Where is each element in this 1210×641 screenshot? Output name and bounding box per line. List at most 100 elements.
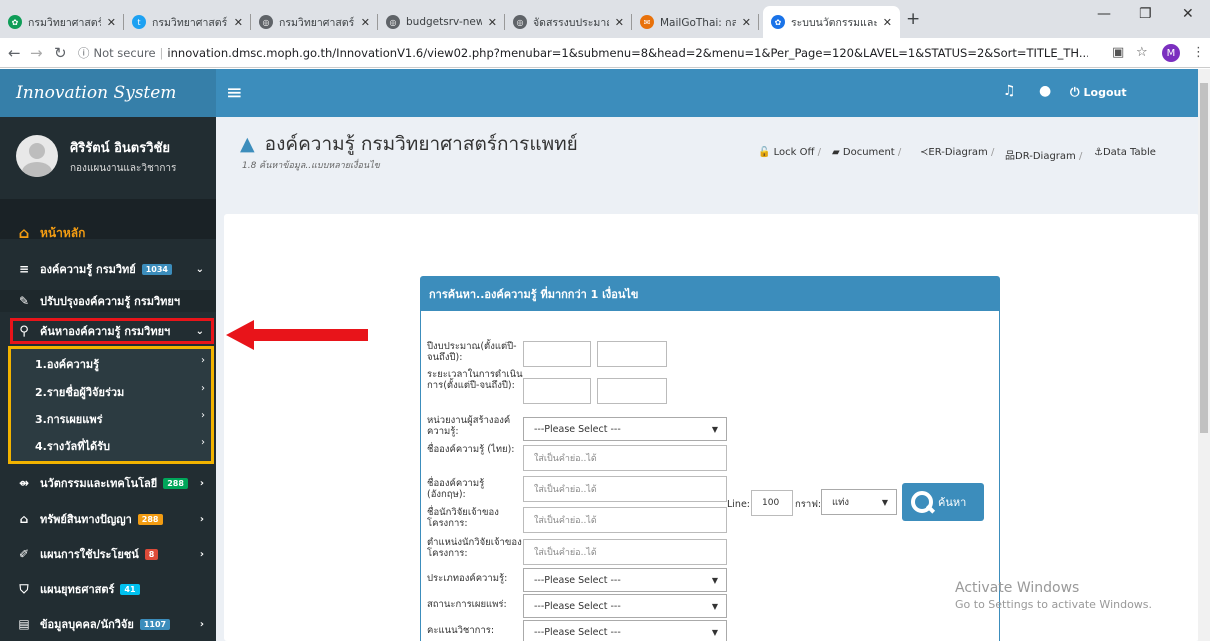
submenu-label: 3.การเผยแพร่: [35, 413, 103, 426]
submenu-item[interactable]: 4.รางวัลที่ได้รับ: [35, 437, 110, 455]
breadcrumb-label: Lock Off: [773, 147, 815, 158]
duration-from-input[interactable]: [523, 378, 591, 404]
tab-title: จัดสรรงบประมาณแผ: [533, 16, 609, 29]
logout-button[interactable]: ⏻ Logout: [1070, 85, 1127, 100]
sidebar-item-strategy[interactable]: ⛉ แผนยุทธศาสตร์ 41: [0, 578, 216, 600]
browser-tab[interactable]: ◎ กรมวิทยาศาสตร์การแ ✕: [251, 6, 378, 38]
fiscal-year-to-input[interactable]: [597, 341, 667, 367]
sidebar-item-utilization[interactable]: ✐ แผนการใช้ประโยชน์ 8 ›: [0, 543, 216, 565]
sitemap-icon: 品: [1005, 151, 1015, 162]
sidebar-item-personnel[interactable]: ▤ ข้อมูลบุคคล/นักวิจัย 1107 ›: [0, 613, 216, 635]
browser-tab[interactable]: t กรมวิทยาศาสตร์การแ ✕: [124, 6, 251, 38]
graduation-cap-icon: ⌂: [19, 512, 29, 526]
submenu-label: 4.รางวัลที่ได้รับ: [35, 440, 111, 453]
fiscal-year-from-input[interactable]: [523, 341, 591, 367]
breadcrumb-label: ER-Diagram: [928, 147, 988, 158]
page-scrollbar[interactable]: [1198, 69, 1210, 641]
usb-icon: ⇴: [18, 476, 30, 490]
anchor-icon: ⚓: [1094, 147, 1103, 158]
chevron-down-icon: ⌄: [195, 263, 204, 275]
globe-icon: ◎: [259, 15, 273, 29]
restore-icon[interactable]: ❐: [1139, 6, 1152, 22]
sidebar-item-improve[interactable]: ✎ ปรับปรุงองค์ความรู้ กรมวิทยฯ: [0, 290, 216, 312]
user-icon[interactable]: ●: [1039, 83, 1051, 99]
new-tab-button[interactable]: +: [906, 9, 920, 29]
hamburger-menu-icon[interactable]: ≡: [226, 80, 243, 104]
search-form-header: การค้นหา..องค์ความรู้ ที่มากกว่า 1 เงื่อ…: [421, 277, 999, 311]
submenu-item[interactable]: 3.การเผยแพร่: [35, 410, 102, 428]
pencil-icon: ✎: [18, 294, 30, 308]
translate-icon[interactable]: ▣: [1112, 45, 1124, 60]
scrollbar-thumb[interactable]: [1200, 83, 1208, 433]
close-tab-icon[interactable]: ✕: [615, 16, 624, 29]
graph-type-select[interactable]: แท่ง ▼: [821, 489, 897, 515]
submenu-item[interactable]: 2.รายชื่อผู้วิจัยร่วม: [35, 383, 124, 401]
search-button[interactable]: ค้นหา: [902, 483, 984, 521]
sidebar-item-home[interactable]: ⌂ หน้าหลัก: [0, 222, 216, 244]
annotation-arrow: [226, 320, 368, 350]
type-label: ประเภทองค์ความรู้:: [427, 573, 508, 584]
sidebar-item-label: แผนการใช้ประโยชน์: [40, 548, 139, 561]
browser-tab[interactable]: ◎ budgetsrv-new.dn ✕: [378, 6, 505, 38]
minimize-icon[interactable]: —: [1097, 6, 1111, 22]
sidebar-item-ip[interactable]: ⌂ ทรัพย์สินทางปัญญา 288 ›: [0, 508, 216, 530]
position-input[interactable]: ใส่เป็นคำย่อ..ได้: [523, 539, 727, 565]
duration-to-input[interactable]: [597, 378, 667, 404]
back-icon[interactable]: ←: [8, 44, 21, 62]
page-title-text: องค์ความรู้ กรมวิทยาศาสตร์การแพทย์: [264, 133, 578, 155]
line-input[interactable]: 100: [751, 490, 793, 516]
close-tab-icon[interactable]: ✕: [234, 16, 243, 29]
close-tab-icon[interactable]: ✕: [107, 16, 116, 29]
line-label: Line:: [727, 499, 750, 510]
publish-status-label: สถานะการเผยแพร่:: [427, 599, 507, 610]
mail-icon: ✉: [640, 15, 654, 29]
sidebar-item-innovation[interactable]: ⇴ นวัตกรรมและเทคโนโลยี 288 ›: [0, 472, 216, 494]
breadcrumb-er-diagram[interactable]: ≺ER-Diagram /: [920, 147, 994, 158]
breadcrumb-document[interactable]: ▰ Document /: [832, 147, 901, 158]
duration-label: ระยะเวลาในการดำเนินการ(ตั้งแต่ปี-จนถึงปี…: [427, 369, 523, 391]
profile-avatar[interactable]: M: [1162, 44, 1180, 62]
academic-score-select[interactable]: ---Please Select --- ▼: [523, 620, 727, 641]
browser-tab-active[interactable]: ✿ ระบบนวัตกรรมและผล ✕: [763, 6, 900, 38]
name-en-input[interactable]: ใส่เป็นคำย่อ..ได้: [523, 476, 727, 502]
type-select[interactable]: ---Please Select --- ▼: [523, 568, 727, 592]
content-panel: การค้นหา..องค์ความรู้ ที่มากกว่า 1 เงื่อ…: [224, 214, 1199, 641]
caret-down-icon: ▼: [711, 627, 718, 637]
publish-status-select[interactable]: ---Please Select --- ▼: [523, 594, 727, 618]
close-tab-icon[interactable]: ✕: [883, 16, 892, 29]
graph-label: กราฟ:: [795, 499, 822, 510]
unit-select[interactable]: ---Please Select --- ▼: [523, 417, 727, 441]
forward-icon[interactable]: →: [30, 44, 43, 62]
breadcrumb-dr-diagram[interactable]: 品DR-Diagram /: [1005, 147, 1082, 162]
close-tab-icon[interactable]: ✕: [488, 16, 497, 29]
info-icon[interactable]: ⓘ: [78, 45, 90, 61]
breadcrumb-data-table[interactable]: ⚓Data Table: [1094, 147, 1156, 158]
bell-icon[interactable]: ♫: [1003, 83, 1016, 99]
close-window-icon[interactable]: ✕: [1182, 6, 1194, 22]
home-icon: ⌂: [18, 224, 30, 242]
close-tab-icon[interactable]: ✕: [742, 16, 751, 29]
tab-title: กรมวิทยาศาสตร์การแ: [152, 16, 228, 29]
name-th-input[interactable]: ใส่เป็นคำย่อ..ได้: [523, 445, 727, 471]
chevron-right-icon: ›: [199, 513, 204, 525]
menu-dots-icon[interactable]: ⋮: [1192, 45, 1205, 60]
browser-tab[interactable]: ✉ MailGoThai: กล่องจ ✕: [632, 6, 759, 38]
sidebar-item-knowledge[interactable]: ≡ องค์ความรู้ กรมวิทย์ 1034 ⌄: [0, 258, 216, 280]
researcher-label: ชื่อนักวิจัยเจ้าของโครงการ:: [427, 507, 499, 529]
bookmark-star-icon[interactable]: ☆: [1136, 45, 1148, 60]
brand-logo[interactable]: Innovation System: [0, 69, 216, 117]
breadcrumb-lock[interactable]: 🔓 Lock Off /: [758, 147, 821, 158]
browser-tab[interactable]: ✿ กรมวิทยาศาสตร์การแ ✕: [0, 6, 124, 38]
count-badge: 41: [120, 583, 140, 595]
select-value: ---Please Select ---: [534, 626, 621, 638]
researcher-input[interactable]: ใส่เป็นคำย่อ..ได้: [523, 507, 727, 533]
url-field[interactable]: ⓘ Not secure | innovation.dmsc.moph.go.t…: [78, 41, 1088, 65]
reload-icon[interactable]: ↻: [54, 44, 67, 62]
submenu-label: 2.รายชื่อผู้วิจัยร่วม: [35, 386, 125, 399]
fiscal-year-label: ปีงบประมาณ(ตั้งแต่ปี-จนถึงปี):: [427, 341, 517, 363]
browser-tab[interactable]: ◎ จัดสรรงบประมาณแผ ✕: [505, 6, 632, 38]
shield-icon: ⛉: [19, 581, 29, 596]
close-tab-icon[interactable]: ✕: [361, 16, 370, 29]
submenu-item[interactable]: 1.องค์ความรู้: [35, 355, 99, 373]
site-favicon: ✿: [8, 15, 22, 29]
